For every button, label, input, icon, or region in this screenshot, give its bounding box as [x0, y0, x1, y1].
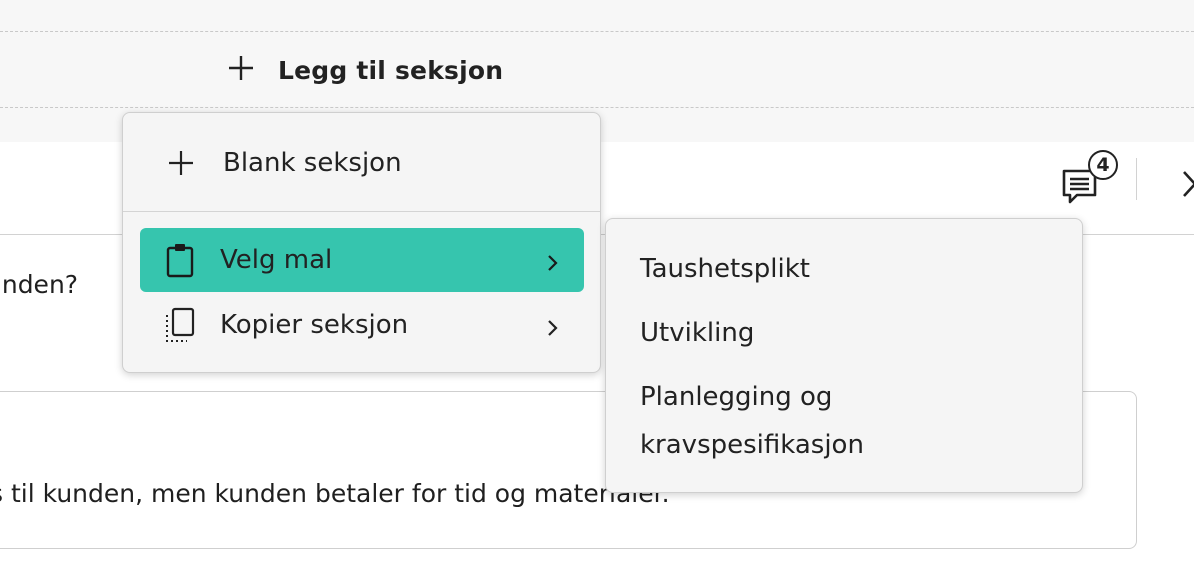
- template-submenu: Taushetsplikt Utvikling Planlegging og k…: [605, 218, 1083, 493]
- question-text: unden?: [0, 270, 79, 299]
- add-section-button[interactable]: Legg til seksjon: [226, 50, 503, 90]
- submenu-item-taushetsplikt[interactable]: Taushetsplikt: [640, 245, 810, 293]
- header-divider: [1136, 158, 1137, 200]
- menu-item-copy-section[interactable]: Kopier seksjon: [140, 293, 584, 357]
- add-section-label: Legg til seksjon: [278, 55, 504, 85]
- close-button[interactable]: [1180, 166, 1194, 202]
- submenu-item-planlegging[interactable]: Planlegging og kravspesifikasjon: [640, 373, 1040, 469]
- dashed-divider-bottom: [0, 107, 1194, 108]
- add-section-dropdown: Blank seksjon Velg mal Kopier seksjon: [122, 112, 601, 373]
- clipboard-icon: [162, 242, 198, 278]
- menu-item-label: Blank seksjon: [223, 148, 402, 178]
- editor-canvas: Legg til seksjon 4 unden? s til kunden, …: [0, 0, 1194, 566]
- dashed-divider-top: [0, 31, 1194, 32]
- menu-divider: [123, 211, 600, 212]
- plus-icon: [226, 53, 256, 87]
- submenu-item-utvikling[interactable]: Utvikling: [640, 309, 754, 357]
- chevron-right-icon: [546, 250, 560, 271]
- menu-item-label: Kopier seksjon: [220, 310, 409, 340]
- comment-count-badge: 4: [1088, 150, 1118, 180]
- plus-icon: [163, 145, 199, 181]
- close-icon: [1180, 171, 1194, 206]
- answer-text: s til kunden, men kunden betaler for tid…: [0, 479, 670, 508]
- menu-item-blank-section[interactable]: Blank seksjon: [163, 141, 402, 185]
- copy-icon: [162, 307, 198, 343]
- menu-item-label: Velg mal: [220, 245, 333, 275]
- comments-button[interactable]: 4: [1060, 150, 1126, 210]
- menu-item-choose-template[interactable]: Velg mal: [140, 228, 584, 292]
- chevron-right-icon: [546, 315, 560, 336]
